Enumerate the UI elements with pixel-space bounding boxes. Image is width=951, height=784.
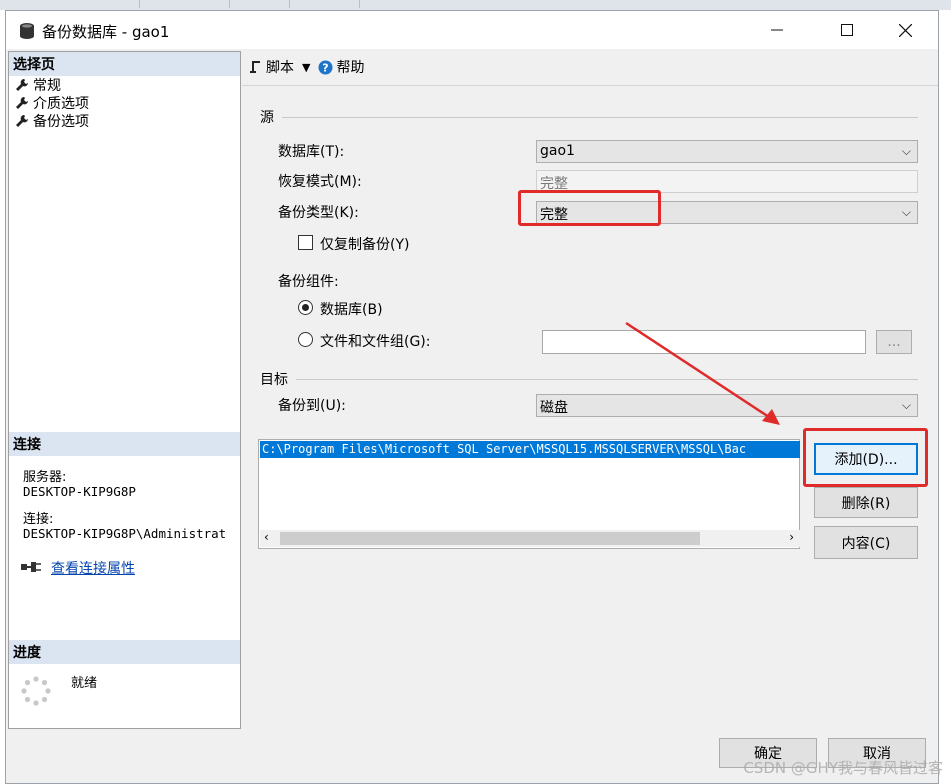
select-page-header: 选择页 — [9, 52, 240, 76]
background-tab — [0, 0, 140, 8]
dropdown-arrow-icon: ▼ — [302, 60, 311, 74]
view-connection-properties-link[interactable]: 查看连接属性 — [51, 558, 135, 578]
background-tab — [140, 0, 230, 8]
nav-item-media-options[interactable]: 介质选项 — [15, 94, 89, 112]
window-title: 备份数据库 - gao1 — [42, 23, 170, 41]
component-database-label: 数据库(B) — [320, 302, 383, 318]
chevron-down-icon: ⌵ — [901, 205, 911, 219]
maximize-button[interactable] — [824, 11, 870, 49]
connection-properties-icon — [21, 562, 41, 572]
browse-filegroup-button[interactable]: ... — [876, 330, 912, 354]
backup-destination-list[interactable]: C:\Program Files\Microsoft SQL Server\MS… — [258, 439, 800, 549]
progress-spinner-icon — [21, 676, 51, 706]
maximize-icon — [841, 24, 853, 36]
scroll-right-icon[interactable]: › — [789, 530, 794, 544]
server-label: 服务器: — [23, 470, 67, 485]
wrench-icon — [16, 115, 28, 127]
database-select[interactable]: gao1 ⌵ — [536, 140, 918, 163]
database-select-value: gao1 — [540, 143, 575, 159]
remove-destination-button[interactable]: 删除(R) — [814, 487, 918, 518]
nav-item-label: 备份选项 — [33, 114, 89, 130]
general-page: 源 数据库(T): gao1 ⌵ 恢复模式(M): 完整 备份类型(K): 完整… — [242, 89, 938, 729]
source-group-title: 源 — [260, 110, 274, 126]
backup-to-label: 备份到(U): — [278, 398, 346, 414]
copy-only-label: 仅复制备份(Y) — [320, 237, 410, 253]
database-icon — [20, 23, 34, 39]
scrollbar-thumb[interactable] — [280, 532, 700, 545]
svg-text:?: ? — [323, 61, 329, 74]
highlight-add-button — [803, 428, 928, 487]
connection-header: 连接 — [9, 432, 240, 456]
chevron-down-icon: ⌵ — [901, 144, 911, 158]
help-label: 帮助 — [336, 60, 365, 76]
nav-item-backup-options[interactable]: 备份选项 — [15, 112, 89, 130]
nav-item-general[interactable]: 常规 — [15, 76, 61, 94]
watermark: CSDN @GHY我与春风皆过客 — [743, 759, 943, 777]
recovery-model-label: 恢复模式(M): — [278, 174, 362, 190]
contents-button[interactable]: 内容(C) — [814, 526, 918, 559]
component-files-radio[interactable] — [298, 332, 313, 347]
component-files-label: 文件和文件组(G): — [320, 334, 431, 350]
connection-label: 连接: — [23, 512, 54, 527]
annotation-arrow — [625, 321, 780, 425]
connection-value: DESKTOP-KIP9G8P\Administrat — [23, 526, 227, 541]
background-app-strip — [0, 0, 951, 10]
script-button[interactable]: 脚本 ▼ — [248, 57, 310, 77]
backup-to-select-value: 磁盘 — [540, 400, 568, 416]
component-database-radio[interactable] — [298, 300, 313, 315]
scroll-left-icon[interactable]: ‹ — [264, 530, 269, 544]
target-group-title: 目标 — [260, 372, 288, 388]
close-button[interactable] — [882, 11, 928, 49]
background-tab — [230, 0, 290, 8]
left-panel: 选择页 常规 介质选项 备份选项 连接 服务器: DESKTOP-KIP9G8P… — [8, 51, 241, 729]
copy-only-checkbox[interactable] — [298, 235, 313, 250]
target-divider — [296, 379, 918, 380]
chevron-down-icon: ⌵ — [901, 398, 911, 412]
help-icon: ? — [318, 60, 333, 74]
highlight-backup-type — [518, 190, 661, 226]
destination-path-item[interactable]: C:\Program Files\Microsoft SQL Server\MS… — [260, 441, 800, 458]
server-value: DESKTOP-KIP9G8P — [23, 484, 136, 499]
nav-item-label: 常规 — [33, 78, 61, 94]
progress-header: 进度 — [9, 640, 240, 664]
minimize-icon — [771, 29, 783, 31]
horizontal-scrollbar[interactable]: ‹ › — [260, 530, 800, 547]
wrench-icon — [16, 79, 28, 91]
database-label: 数据库(T): — [278, 144, 345, 160]
nav-item-label: 介质选项 — [33, 96, 89, 112]
wrench-icon — [16, 97, 28, 109]
backup-type-label: 备份类型(K): — [278, 205, 359, 221]
script-label: 脚本 — [266, 60, 294, 76]
source-divider — [282, 117, 918, 118]
help-button[interactable]: ? 帮助 — [318, 57, 364, 77]
backup-component-label: 备份组件: — [278, 274, 339, 290]
toolbar: 脚本 ▼ ? 帮助 — [248, 53, 364, 81]
minimize-button[interactable] — [754, 11, 800, 49]
backup-database-dialog: 备份数据库 - gao1 选择页 常规 介质选项 备份选项 连接 服务器: DE… — [5, 10, 939, 784]
toolbar-divider — [242, 85, 938, 86]
progress-status: 就绪 — [71, 676, 98, 691]
background-tab — [290, 0, 360, 8]
close-icon — [898, 23, 912, 37]
script-icon — [250, 61, 260, 73]
title-bar: 备份数据库 - gao1 — [6, 11, 938, 49]
